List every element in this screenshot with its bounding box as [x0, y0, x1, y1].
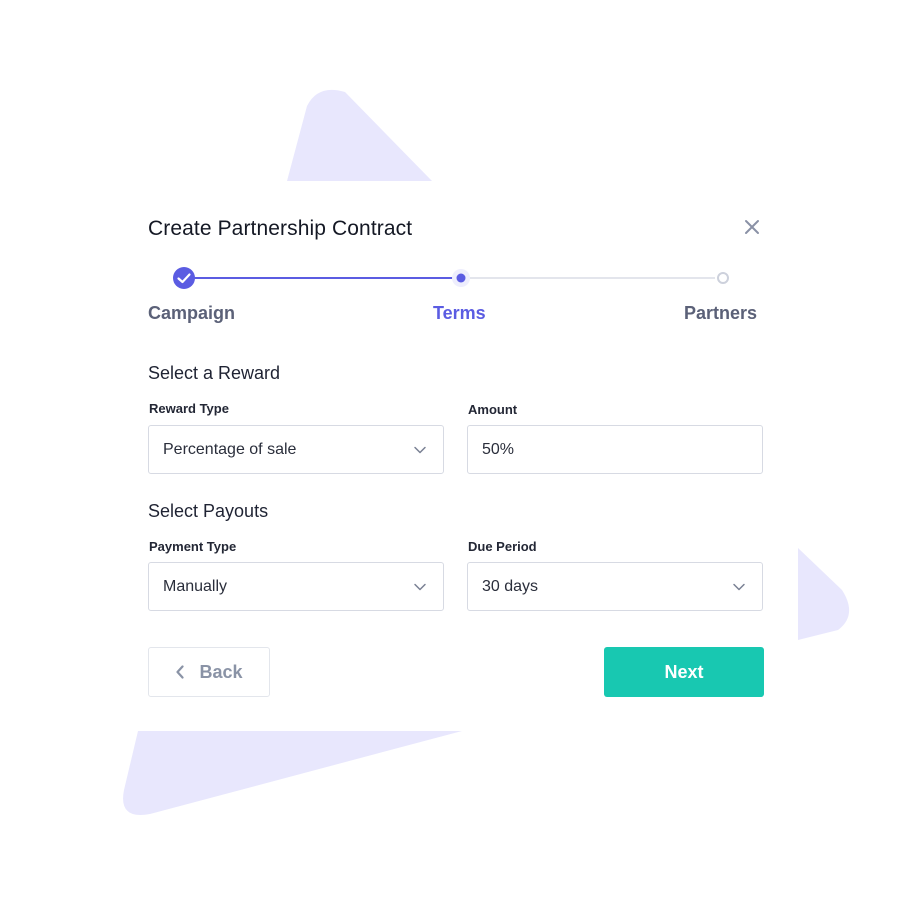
step-partners-dot-icon — [717, 272, 729, 284]
next-button-label: Next — [664, 661, 704, 682]
payment-type-value: Manually — [163, 577, 228, 595]
decor-shape-bottom — [123, 731, 463, 815]
payouts-section-title: Select Payouts — [148, 501, 269, 521]
next-button[interactable]: Next — [604, 647, 764, 697]
due-period-label: Due Period — [468, 539, 537, 554]
back-button-label: Back — [199, 661, 243, 682]
step-campaign[interactable]: Campaign — [148, 303, 235, 324]
step-terms-dot-icon — [452, 269, 470, 287]
back-button[interactable]: Back — [148, 647, 270, 697]
modal-title: Create Partnership Contract — [148, 217, 413, 240]
due-period-value: 30 days — [482, 577, 539, 595]
due-period-select[interactable]: 30 days — [467, 562, 763, 611]
contract-modal: Create Partnership Contract Campaign Ter… — [118, 181, 798, 731]
decor-shape-right — [798, 548, 850, 640]
reward-type-value: Percentage of sale — [163, 440, 297, 458]
step-campaign-check-icon — [173, 267, 195, 289]
decor-shape-top — [287, 89, 432, 181]
amount-label: Amount — [468, 402, 518, 417]
reward-section-title: Select a Reward — [148, 363, 281, 383]
chevron-down-icon — [414, 583, 426, 591]
chevron-down-icon — [414, 446, 426, 454]
close-button[interactable] — [740, 215, 764, 239]
stepper-track — [173, 267, 729, 289]
close-icon — [745, 220, 759, 234]
step-terms[interactable]: Terms — [433, 303, 486, 324]
payment-type-label: Payment Type — [149, 539, 237, 554]
chevron-left-icon — [176, 665, 185, 679]
step-partners[interactable]: Partners — [684, 303, 757, 324]
reward-type-label: Reward Type — [149, 401, 229, 416]
amount-input[interactable]: 50% — [467, 425, 763, 474]
amount-value: 50% — [482, 440, 515, 458]
progress-stepper: Campaign Terms Partners — [148, 265, 764, 325]
chevron-down-icon — [733, 583, 745, 591]
reward-type-select[interactable]: Percentage of sale — [148, 425, 444, 474]
payment-type-select[interactable]: Manually — [148, 562, 444, 611]
